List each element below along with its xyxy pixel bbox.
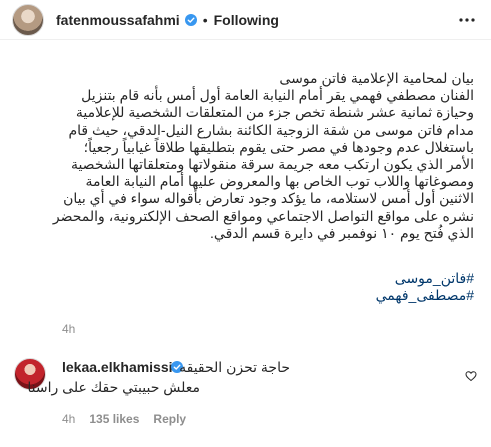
following-button[interactable]: Following xyxy=(214,12,279,28)
caption-line: الفنان مصطفي فهمي يقر أمام النيابة العام… xyxy=(81,87,474,104)
caption-line: الاثنين أول أمس لاستلامه، ما يؤكد وجود ت… xyxy=(63,190,474,207)
post-header: fatenmoussafahmi • Following xyxy=(0,0,491,40)
caption-line: نشره على مواقع التواصل الاجتماعي ومواقع … xyxy=(52,207,474,224)
hashtag-link[interactable]: #مصطفى_فهمي xyxy=(62,287,474,304)
header-separator: • xyxy=(202,11,208,28)
caption-line: بيان لمحامية الإعلامية فاتن موسى xyxy=(279,70,474,86)
heart-icon[interactable] xyxy=(465,370,477,382)
commenter-username[interactable]: lekaa.elkhamissi xyxy=(62,359,173,375)
comment: lekaa.elkhamissi حاجة تحزن الحقيقه معلش … xyxy=(14,358,477,428)
author-avatar[interactable] xyxy=(12,3,44,36)
reply-button[interactable]: Reply xyxy=(153,412,186,426)
more-options-icon[interactable] xyxy=(457,10,477,30)
caption-line: الذي فُتح يوم ١٠ نوفمبر في دايرة قسم الد… xyxy=(210,224,474,241)
comment-likes[interactable]: 135 likes xyxy=(89,412,139,426)
post-caption: بيان لمحامية الإعلامية فاتن موسى الفنان … xyxy=(52,70,475,242)
comment-text-line: حاجة تحزن الحقيقه xyxy=(179,359,290,375)
author-username[interactable]: fatenmoussafahmi xyxy=(56,12,180,28)
comment-timestamp[interactable]: 4h xyxy=(62,412,75,426)
caption-line: الأمر الذي يكون ارتكب معه جريمة سرقة منق… xyxy=(70,156,474,173)
comment-meta: 4h 135 likes Reply xyxy=(62,412,186,426)
hashtag-list: #فاتن_موسى #مصطفى_فهمي xyxy=(62,270,474,304)
verified-badge-icon xyxy=(184,13,197,26)
caption-line: باستغلال عدم وجودها في مصر حتى يقوم بتطل… xyxy=(83,138,474,155)
caption-line: مدام فاتن موسى من شقة الزوجية الكائنة بش… xyxy=(68,121,475,138)
comment-text-line: معلش حبيبتي حقك على راسنا xyxy=(27,379,200,395)
hashtag-link[interactable]: #فاتن_موسى xyxy=(62,270,474,287)
caption-line: وحيازة ثمانية عشر شنطة تخص جزء من المتعل… xyxy=(75,104,474,121)
caption-line: ومصوغاتها واللاب توب الخاص بها والمعروض … xyxy=(85,173,474,190)
post-timestamp[interactable]: 4h xyxy=(62,322,75,336)
